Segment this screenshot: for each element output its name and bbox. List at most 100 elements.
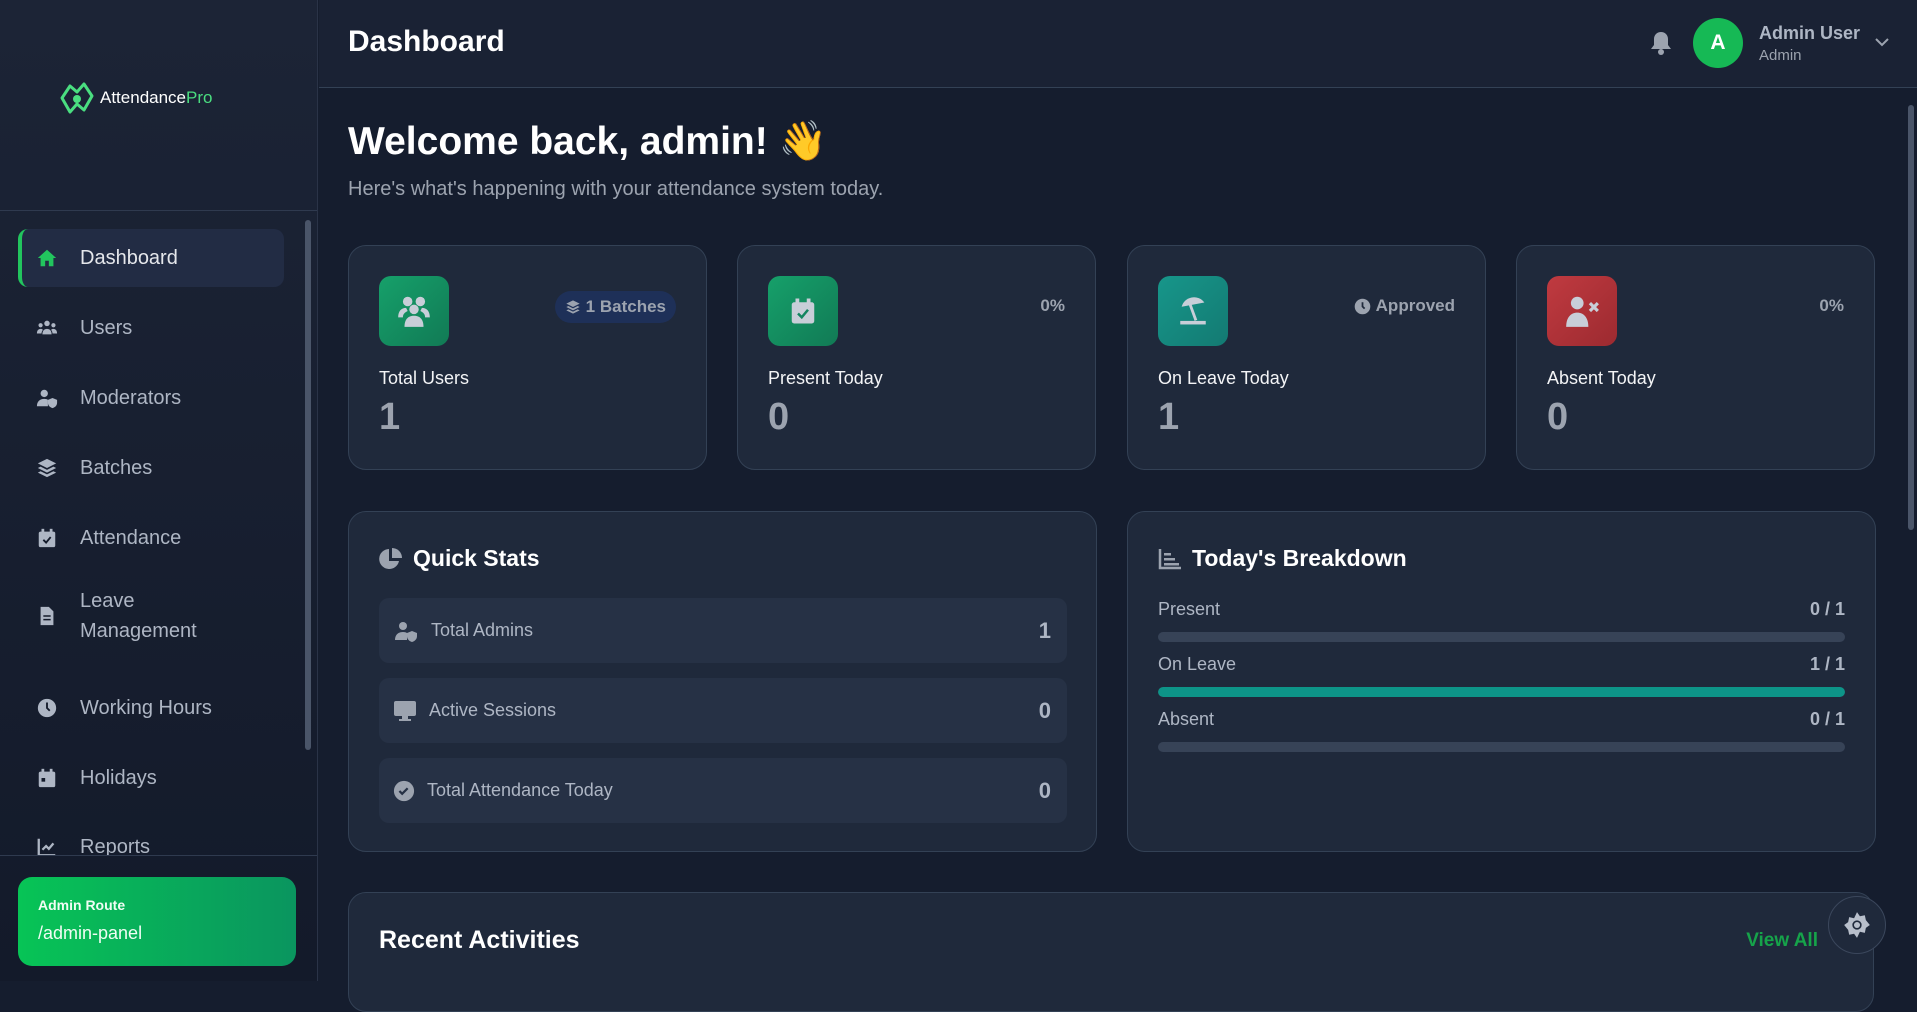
breakdown-absent: Absent 0 / 1 — [1158, 709, 1845, 752]
sidebar-nav: Dashboard Users Moderators Batches Atten… — [18, 210, 284, 855]
sidebar-item-attendance[interactable]: Attendance — [18, 509, 284, 567]
stat-label: Active Sessions — [429, 700, 557, 720]
quick-stat-total-attendance-today: Total Attendance Today 0 — [379, 758, 1067, 823]
calendar-check-icon — [38, 528, 56, 548]
gear-icon — [1844, 912, 1870, 938]
calendar-icon — [38, 768, 56, 788]
stat-card-on-leave-today[interactable]: Approved On Leave Today 1 — [1127, 245, 1486, 470]
view-all-link[interactable]: View All — [1746, 930, 1818, 952]
breakdown-label: Absent — [1158, 709, 1215, 729]
stat-card-present-today[interactable]: 0% Present Today 0 — [737, 245, 1096, 470]
logo[interactable]: Attendance Pro — [58, 80, 212, 116]
breakdown-on-leave: On Leave 1 / 1 — [1158, 654, 1845, 697]
sidebar-item-moderators[interactable]: Moderators — [18, 369, 284, 427]
sidebar-item-label: Working Hours — [80, 696, 212, 719]
sidebar-item-holidays[interactable]: Holidays — [18, 749, 284, 807]
layers-icon — [37, 458, 57, 478]
welcome-subtitle: Here's what's happening with your attend… — [348, 178, 884, 200]
clock-icon — [1354, 298, 1370, 314]
calendar-check-icon — [768, 276, 838, 346]
sidebar-scrollbar[interactable] — [305, 220, 311, 750]
brand-name: Attendance — [100, 88, 187, 107]
user-role: Admin — [1759, 47, 1802, 64]
stat-card-total-users[interactable]: 1 Batches Total Users 1 — [348, 245, 707, 470]
brand-suffix: Pro — [186, 88, 213, 107]
user-name[interactable]: Admin User — [1759, 23, 1860, 44]
top-header: Dashboard A Admin User Admin — [319, 0, 1917, 88]
percent-badge: 0% — [1819, 296, 1844, 315]
progress-bar — [1158, 632, 1845, 642]
badge-text: 1 Batches — [585, 297, 666, 316]
users-icon — [379, 276, 449, 346]
home-icon — [37, 249, 57, 267]
admin-route-value: /admin-panel — [38, 923, 143, 943]
admin-route-title: Admin Route — [38, 897, 126, 913]
users-icon — [36, 320, 58, 335]
user-shield-icon — [395, 621, 417, 642]
recent-activities-panel: Recent Activities View All — [348, 892, 1874, 1012]
card-label: Absent Today — [1547, 368, 1656, 388]
chevron-down-icon[interactable] — [1874, 36, 1890, 48]
chart-line-icon — [37, 838, 56, 855]
sidebar-item-reports[interactable]: Reports — [18, 818, 284, 855]
sidebar-item-label: Users — [80, 316, 133, 339]
sidebar-item-leave-management[interactable]: Leave Management — [18, 580, 284, 652]
check-circle-icon — [393, 780, 415, 801]
stat-label: Total Admins — [431, 620, 534, 640]
sidebar-item-label: Attendance — [80, 526, 182, 549]
quick-stat-total-admins: Total Admins 1 — [379, 598, 1067, 663]
breakdown-label: On Leave — [1158, 654, 1237, 674]
desktop-icon — [394, 700, 416, 721]
sidebar-item-label: Dashboard — [80, 246, 178, 269]
bar-chart-icon — [1158, 548, 1181, 569]
layers-icon — [566, 300, 580, 314]
avatar[interactable]: A — [1693, 18, 1743, 68]
card-label: Total Users — [379, 368, 470, 388]
welcome-title: Welcome back, admin! 👋 — [348, 120, 828, 163]
sidebar-item-label: Reports — [80, 835, 151, 856]
breakdown-value: 1 / 1 — [1809, 654, 1845, 674]
breakdown-value: 0 / 1 — [1809, 709, 1845, 729]
sidebar-item-label: Batches — [80, 456, 153, 479]
stat-card-absent-today[interactable]: 0% Absent Today 0 — [1516, 245, 1875, 470]
pie-chart-icon — [379, 547, 402, 569]
stat-value: 0 — [1038, 697, 1051, 723]
progress-bar — [1158, 687, 1845, 697]
todays-breakdown-panel: Today's Breakdown Present 0 / 1 On Leave 1… — [1127, 511, 1876, 852]
settings-button[interactable] — [1828, 896, 1886, 954]
logo-icon — [60, 82, 94, 114]
badge-text: Approved — [1375, 296, 1455, 315]
user-shield-icon — [36, 389, 58, 409]
panel-title: Quick Stats — [413, 545, 540, 571]
card-value: 1 — [1158, 396, 1180, 438]
percent-badge: 0% — [1040, 296, 1065, 315]
panel-title: Recent Activities — [379, 926, 580, 954]
stat-value: 1 — [1038, 617, 1051, 643]
card-value: 0 — [768, 396, 790, 438]
main-scrollbar[interactable] — [1908, 105, 1914, 530]
breakdown-value: 0 / 1 — [1809, 599, 1845, 619]
breakdown-label: Present — [1158, 599, 1221, 619]
approved-badge: Approved — [1354, 296, 1455, 316]
progress-bar — [1158, 742, 1845, 752]
file-icon — [40, 606, 54, 626]
sidebar-item-working-hours[interactable]: Working Hours — [18, 679, 284, 737]
quick-stat-active-sessions: Active Sessions 0 — [379, 678, 1067, 743]
card-label: On Leave Today — [1158, 368, 1289, 388]
stat-value: 0 — [1038, 777, 1051, 803]
sidebar-item-users[interactable]: Users — [18, 299, 284, 357]
sidebar-item-batches[interactable]: Batches — [18, 439, 284, 497]
panel-title: Today's Breakdown — [1192, 545, 1407, 571]
sidebar-item-dashboard[interactable]: Dashboard — [18, 229, 284, 287]
stat-label: Total Attendance Today — [427, 780, 613, 800]
breakdown-present: Present 0 / 1 — [1158, 599, 1845, 642]
user-x-icon — [1547, 276, 1617, 346]
bell-icon[interactable] — [1649, 30, 1673, 56]
sidebar-item-label: Leave Management — [80, 590, 197, 642]
card-value: 0 — [1547, 396, 1569, 438]
card-label: Present Today — [768, 368, 883, 388]
admin-route-card: Admin Route /admin-panel — [18, 877, 296, 966]
umbrella-beach-icon — [1158, 276, 1228, 346]
progress-fill — [1158, 687, 1845, 697]
card-value: 1 — [379, 396, 401, 438]
